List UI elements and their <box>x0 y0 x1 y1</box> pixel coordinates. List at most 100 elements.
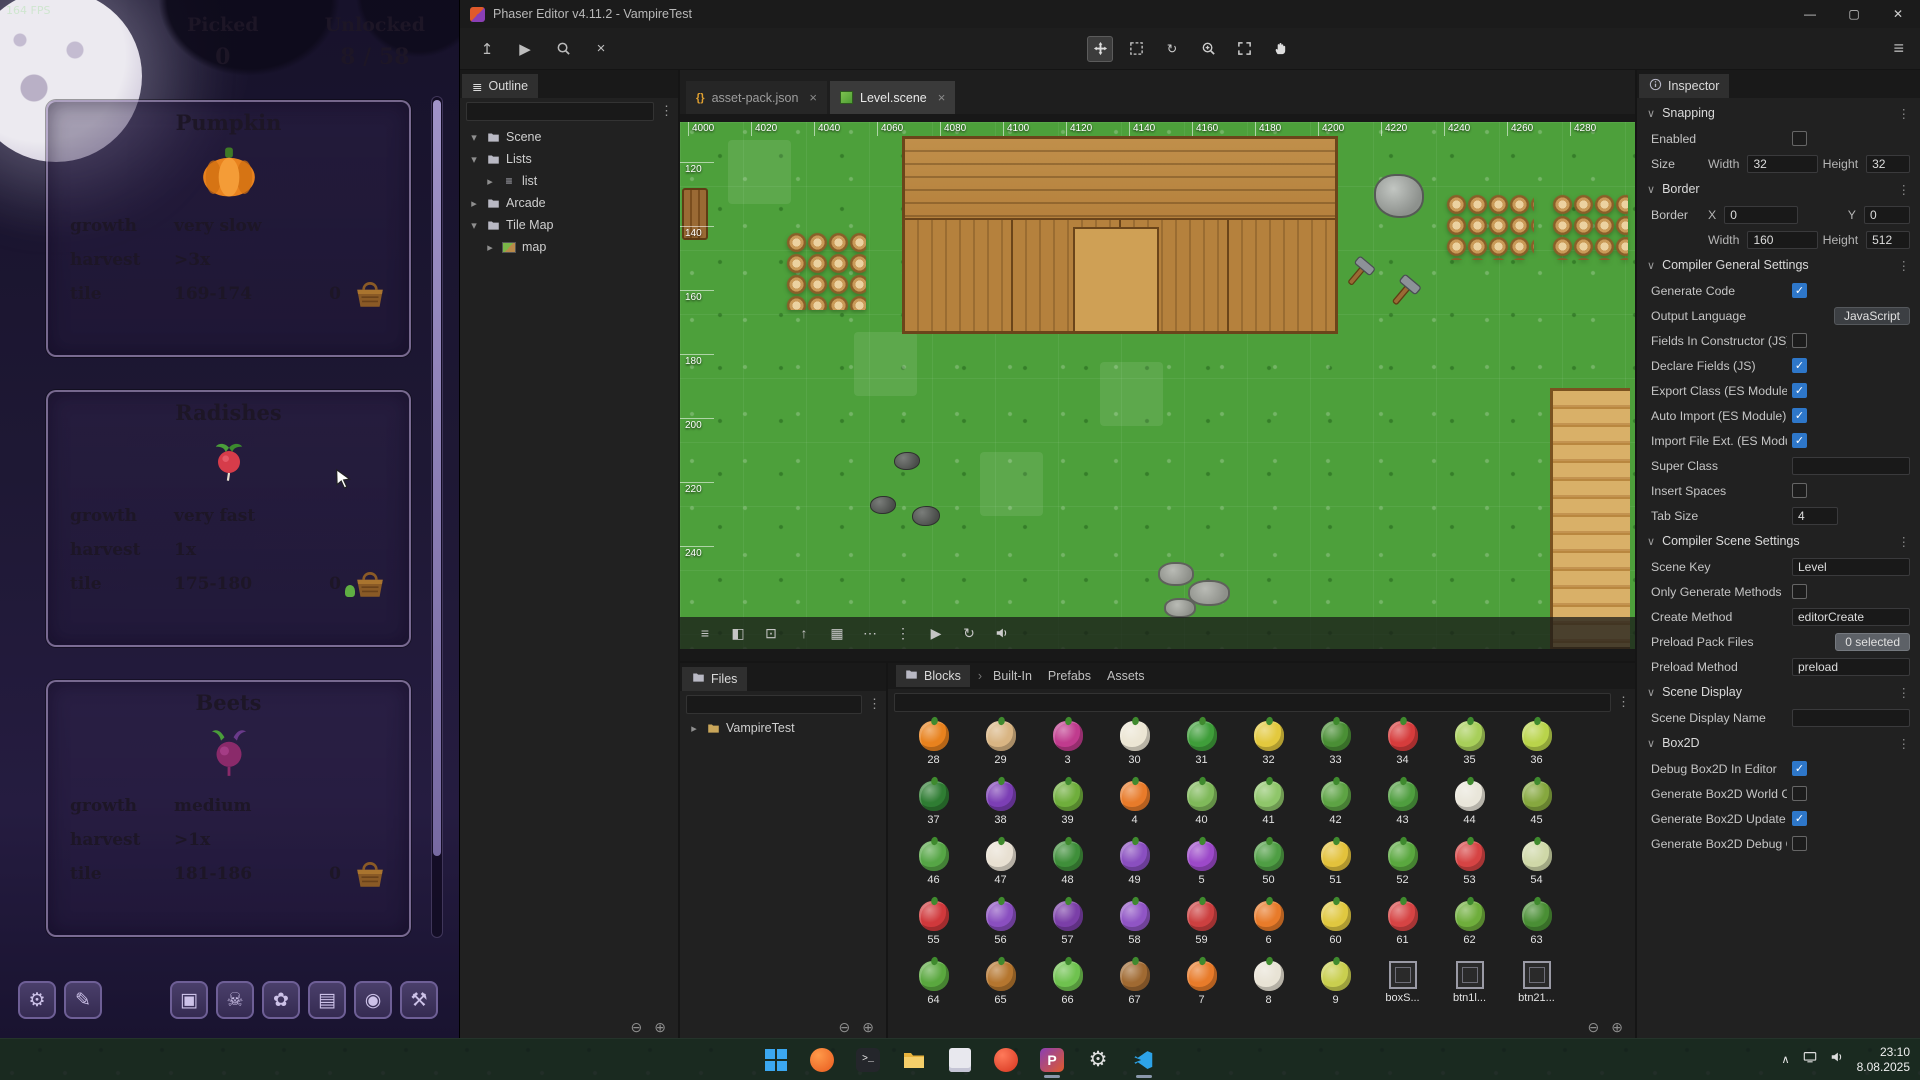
preload-method-input[interactable]: preload <box>1792 658 1910 676</box>
scene-object-rock-dark[interactable] <box>894 452 920 470</box>
block-item-31[interactable]: 31 <box>1168 721 1235 781</box>
fields-in-constructor-js-checkbox[interactable] <box>1792 333 1807 348</box>
block-item-44[interactable]: 44 <box>1436 781 1503 841</box>
zoom-out-icon[interactable]: ⊖ <box>839 1019 851 1036</box>
expand-icon[interactable]: ▸ <box>484 241 496 254</box>
block-item-37[interactable]: 37 <box>900 781 967 841</box>
crop-card-beets[interactable]: Beetsgrowthmediumharvest>1xtile181-1860 <box>46 680 411 937</box>
taskbar-settings-icon[interactable]: ⚙ <box>1078 1041 1118 1079</box>
expand-icon[interactable]: ▾ <box>468 153 480 166</box>
size-width-input[interactable]: 32 <box>1747 155 1817 173</box>
block-item-46[interactable]: 46 <box>900 841 967 901</box>
block-item-9[interactable]: 9 <box>1302 961 1369 1016</box>
zoom-region-tool-icon[interactable] <box>1195 36 1221 62</box>
hammer-icon[interactable]: ⚒ <box>400 981 438 1019</box>
fullscreen-tool-icon[interactable] <box>1231 36 1257 62</box>
maximize-button[interactable]: ▢ <box>1832 0 1876 28</box>
scene-object-plank-wall[interactable] <box>902 136 1338 334</box>
insert-spaces-checkbox[interactable] <box>1792 483 1807 498</box>
minimize-button[interactable]: — <box>1788 0 1832 28</box>
border-y-input[interactable]: 0 <box>1864 206 1910 224</box>
taskbar-file-explorer-icon[interactable] <box>894 1041 934 1079</box>
scene-object-fence[interactable] <box>682 188 708 240</box>
blocks-search-input[interactable] <box>894 693 1611 712</box>
scene-key-input[interactable]: Level <box>1792 558 1910 576</box>
block-item-29[interactable]: 29 <box>967 721 1034 781</box>
block-item-45[interactable]: 45 <box>1503 781 1570 841</box>
refresh-icon[interactable]: ↻ <box>962 625 976 642</box>
auto-import-es-module-checkbox[interactable]: ✓ <box>1792 408 1807 423</box>
section-menu-icon[interactable]: ⋮ <box>1898 736 1911 751</box>
block-item-28[interactable]: 28 <box>900 721 967 781</box>
border-x-input[interactable]: 0 <box>1724 206 1798 224</box>
scene-object-stone[interactable] <box>1164 598 1196 618</box>
block-item-60[interactable]: 60 <box>1302 901 1369 961</box>
section-menu-icon[interactable]: ⋮ <box>1898 685 1911 700</box>
block-item-65[interactable]: 65 <box>967 961 1034 1016</box>
block-item-67[interactable]: 67 <box>1101 961 1168 1016</box>
block-item-36[interactable]: 36 <box>1503 721 1570 781</box>
frame-icon[interactable]: ▣ <box>170 981 208 1019</box>
block-item-58[interactable]: 58 <box>1101 901 1168 961</box>
scene-object-hammer[interactable] <box>1338 254 1378 294</box>
display-icon[interactable] <box>1803 1050 1817 1069</box>
block-item-53[interactable]: 53 <box>1436 841 1503 901</box>
outline-search-input[interactable] <box>466 102 654 121</box>
tab-level-scene[interactable]: Level.scene× <box>830 81 955 114</box>
outline-item-scene[interactable]: ▾Scene <box>460 126 678 148</box>
menu-icon[interactable]: ≡ <box>698 625 712 641</box>
tab-blocks[interactable]: Blocks <box>896 665 970 687</box>
debug-box2d-in-editor-checkbox[interactable]: ✓ <box>1792 761 1807 776</box>
block-item-38[interactable]: 38 <box>967 781 1034 841</box>
section-menu-icon[interactable]: ⋮ <box>1898 258 1911 273</box>
collapse-icon[interactable]: ∨ <box>1647 107 1655 120</box>
block-item-48[interactable]: 48 <box>1034 841 1101 901</box>
block-item-62[interactable]: 62 <box>1436 901 1503 961</box>
outline-item-arcade[interactable]: ▸Arcade <box>460 192 678 214</box>
enabled-checkbox[interactable] <box>1792 131 1807 146</box>
block-item-59[interactable]: 59 <box>1168 901 1235 961</box>
flower-icon[interactable]: ✿ <box>262 981 300 1019</box>
move-tool-icon[interactable] <box>1087 36 1113 62</box>
block-item-55[interactable]: 55 <box>900 901 967 961</box>
scene-object-log-pile[interactable] <box>786 232 866 310</box>
scene-object-stone[interactable] <box>1158 562 1194 586</box>
taskbar-browser-2-icon[interactable] <box>986 1041 1026 1079</box>
block-item-7[interactable]: 7 <box>1168 961 1235 1016</box>
blocks-menu-icon[interactable]: ⋮ <box>1617 694 1629 710</box>
search-icon[interactable] <box>550 36 576 62</box>
block-item-49[interactable]: 49 <box>1101 841 1168 901</box>
close-tab-icon[interactable]: × <box>938 90 946 105</box>
super-class-input[interactable] <box>1792 457 1910 475</box>
block-item-66[interactable]: 66 <box>1034 961 1101 1016</box>
block-item-47[interactable]: 47 <box>967 841 1034 901</box>
taskbar-start-icon[interactable] <box>756 1041 796 1079</box>
play-icon[interactable]: ▶ <box>929 625 943 642</box>
close-tab-icon[interactable]: × <box>809 90 817 105</box>
block-item-5[interactable]: 5 <box>1168 841 1235 901</box>
collapse-icon[interactable]: ∨ <box>1647 737 1655 750</box>
close-button[interactable]: ✕ <box>1876 0 1920 28</box>
outline-item-tile-map[interactable]: ▾Tile Map <box>460 214 678 236</box>
collapse-icon[interactable]: ∨ <box>1647 259 1655 272</box>
scene-canvas[interactable]: 4000402040404060408041004120414041604180… <box>680 122 1635 649</box>
expand-icon[interactable]: ▸ <box>484 175 496 188</box>
block-item-64[interactable]: 64 <box>900 961 967 1016</box>
collapse-icon[interactable]: ∨ <box>1647 183 1655 196</box>
breadcrumb-assets[interactable]: Assets <box>1104 669 1148 683</box>
generate-box2d-world-code-checkbox[interactable] <box>1792 786 1807 801</box>
section-menu-icon[interactable]: ⋮ <box>1898 534 1911 549</box>
tab-inspector[interactable]: Inspector <box>1639 74 1729 98</box>
outline-item-list[interactable]: ▸≡list <box>460 170 678 192</box>
game-scrollbar-thumb[interactable] <box>433 100 441 856</box>
block-item-42[interactable]: 42 <box>1302 781 1369 841</box>
zoom-out-icon[interactable]: ⊖ <box>631 1019 643 1036</box>
files-root-folder[interactable]: ▸ VampireTest <box>680 717 886 739</box>
scene-object-hammer[interactable] <box>1382 272 1424 314</box>
more-icon[interactable]: ⋯ <box>863 625 877 642</box>
block-item-4[interactable]: 4 <box>1101 781 1168 841</box>
output-language-button[interactable]: JavaScript <box>1834 307 1910 325</box>
taskbar-phaser-icon[interactable]: P <box>1032 1041 1072 1079</box>
generate-box2d-update-world-code-checkbox[interactable]: ✓ <box>1792 811 1807 826</box>
zoom-in-icon[interactable]: ⊕ <box>654 1019 666 1036</box>
